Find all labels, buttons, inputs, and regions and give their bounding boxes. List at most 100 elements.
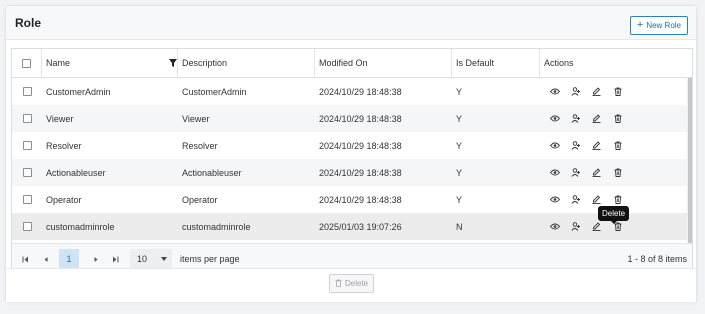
page-number-button[interactable]: 1 — [59, 249, 79, 269]
items-per-page-label: items per page — [180, 254, 240, 264]
trash-icon — [335, 279, 342, 289]
view-icon[interactable] — [544, 196, 565, 203]
cell-description: CustomerAdmin — [182, 86, 247, 97]
column-label-is-default: Is Default — [456, 58, 495, 68]
trash-icon[interactable] — [607, 87, 628, 96]
column-label-actions: Actions — [544, 58, 574, 68]
new-role-label: New Role — [646, 21, 681, 30]
table-row[interactable]: CustomerAdmin CustomerAdmin 2024/10/29 1… — [12, 78, 692, 105]
cell-actions — [540, 132, 692, 159]
trash-icon[interactable] — [607, 195, 628, 204]
bulk-delete-button[interactable]: Delete — [329, 274, 375, 293]
row-checkbox-cell — [12, 105, 42, 132]
assign-user-icon[interactable] — [565, 114, 586, 123]
view-icon[interactable] — [544, 88, 565, 95]
panel-header: Role + New Role — [6, 6, 696, 40]
assign-user-icon[interactable] — [565, 168, 586, 177]
row-checkbox[interactable] — [22, 87, 32, 96]
row-checkbox[interactable] — [22, 114, 32, 123]
page-size-select[interactable]: 10 — [130, 249, 172, 269]
view-icon[interactable] — [544, 142, 565, 149]
cell-modified-on: 2025/01/03 19:07:26 — [319, 221, 402, 232]
chevron-down-icon — [161, 257, 167, 261]
cell-modified-on: 2024/10/29 18:48:38 — [319, 194, 402, 205]
row-checkbox-cell — [12, 78, 42, 105]
cell-name: Resolver — [46, 140, 82, 151]
edit-icon[interactable] — [586, 168, 607, 177]
cell-is-default: Y — [456, 140, 463, 151]
select-all-cell — [12, 49, 42, 77]
column-header-name[interactable]: Name — [42, 49, 178, 77]
table-row[interactable]: Actionableuser Actionableuser 2024/10/29… — [12, 159, 692, 186]
row-checkbox[interactable] — [22, 222, 32, 231]
trash-icon[interactable] — [607, 114, 628, 123]
cell-description: Operator — [182, 194, 218, 205]
column-label-name: Name — [46, 58, 71, 68]
assign-user-icon[interactable] — [565, 87, 586, 96]
table-row[interactable]: customadminrole customadminrole 2025/01/… — [12, 213, 692, 240]
column-header-actions: Actions — [540, 49, 692, 77]
first-page-icon[interactable] — [20, 254, 30, 264]
cell-is-default: Y — [456, 86, 463, 97]
cell-actions — [540, 159, 692, 186]
cell-actions — [540, 105, 692, 132]
edit-icon[interactable] — [586, 195, 607, 204]
new-role-button[interactable]: + New Role — [629, 16, 688, 35]
pagination-info: 1 - 8 of 8 items — [627, 254, 687, 264]
scrollbar-thumb[interactable] — [688, 77, 692, 247]
row-checkbox[interactable] — [22, 168, 32, 177]
table-header: Name Description Modified On Is Default … — [12, 49, 692, 78]
cell-is-default: Y — [456, 113, 463, 124]
last-page-icon[interactable] — [110, 254, 120, 264]
column-header-is-default[interactable]: Is Default — [452, 49, 540, 77]
cell-modified-on: 2024/10/29 18:48:38 — [319, 113, 402, 124]
edit-icon[interactable] — [586, 87, 607, 96]
cell-name: CustomerAdmin — [46, 86, 111, 97]
plus-icon: + — [636, 19, 644, 31]
edit-icon[interactable] — [586, 141, 607, 150]
previous-page-icon[interactable] — [40, 254, 50, 264]
cell-is-default: Y — [456, 194, 463, 205]
cell-name: Actionableuser — [46, 167, 106, 178]
cell-actions — [540, 78, 692, 105]
column-header-description[interactable]: Description — [178, 49, 315, 77]
row-checkbox-cell — [12, 186, 42, 213]
trash-icon[interactable] — [607, 141, 628, 150]
table-row[interactable]: Operator Operator 2024/10/29 18:48:38 Y — [12, 186, 692, 213]
select-all-checkbox[interactable] — [22, 58, 31, 68]
view-icon[interactable] — [544, 169, 565, 176]
edit-icon[interactable] — [586, 222, 607, 231]
table-row[interactable]: Resolver Resolver 2024/10/29 18:48:38 Y — [12, 132, 692, 159]
cell-modified-on: 2024/10/29 18:48:38 — [319, 86, 402, 97]
cell-name: Viewer — [46, 113, 74, 124]
edit-icon[interactable] — [586, 114, 607, 123]
page-title: Role — [15, 16, 42, 30]
trash-icon[interactable] — [607, 168, 628, 177]
table-scrollbar[interactable] — [687, 77, 692, 247]
next-page-icon[interactable] — [91, 254, 101, 264]
view-icon[interactable] — [544, 115, 565, 122]
column-header-modified-on[interactable]: Modified On — [315, 49, 452, 77]
role-panel: Role + New Role Name Description Modifie… — [5, 5, 697, 302]
cell-is-default: N — [456, 221, 463, 232]
page-size-value: 10 — [137, 254, 148, 264]
cell-description: Resolver — [182, 140, 218, 151]
row-checkbox[interactable] — [22, 141, 32, 150]
column-label-description: Description — [182, 58, 228, 68]
assign-user-icon[interactable] — [565, 195, 586, 204]
view-icon[interactable] — [544, 223, 565, 230]
cell-name: customadminrole — [46, 221, 115, 232]
column-label-modified-on: Modified On — [319, 58, 368, 68]
assign-user-icon[interactable] — [565, 222, 586, 231]
delete-tooltip: Delete — [598, 206, 630, 224]
cell-name: Operator — [46, 194, 82, 205]
row-checkbox-cell — [12, 213, 42, 240]
table-row[interactable]: Viewer Viewer 2024/10/29 18:48:38 Y — [12, 105, 692, 132]
cell-modified-on: 2024/10/29 18:48:38 — [319, 140, 402, 151]
row-checkbox-cell — [12, 159, 42, 186]
panel-footer: Delete — [6, 268, 696, 302]
row-checkbox[interactable] — [22, 195, 32, 204]
assign-user-icon[interactable] — [565, 141, 586, 150]
roles-table: Name Description Modified On Is Default … — [11, 48, 693, 276]
row-checkbox-cell — [12, 132, 42, 159]
